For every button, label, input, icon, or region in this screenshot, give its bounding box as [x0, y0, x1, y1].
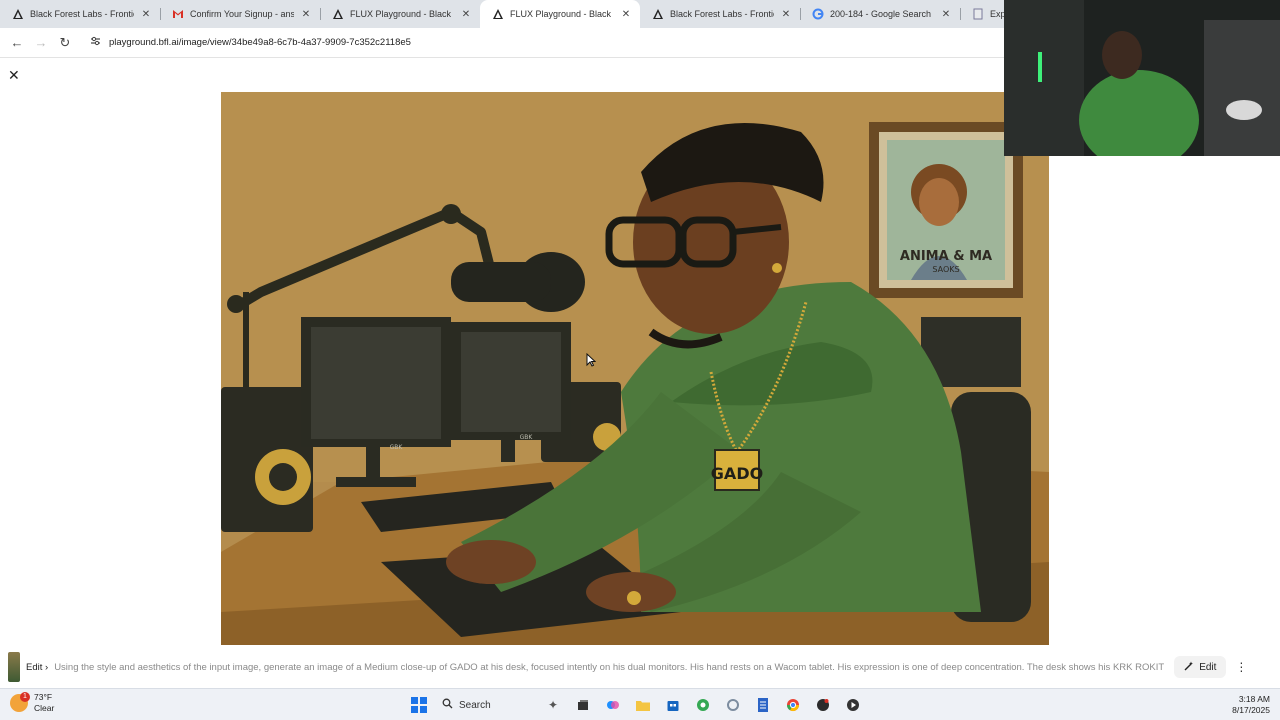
reload-button[interactable]: ↻: [54, 32, 76, 54]
tab-title: Confirm Your Signup - anspubl: [190, 9, 294, 19]
tab-title: FLUX Playground - Black Forest: [510, 9, 614, 19]
chrome-icon[interactable]: [782, 694, 804, 716]
tab-flux-playground-active[interactable]: FLUX Playground - Black Forest ✕: [480, 0, 640, 28]
copilot-icon[interactable]: [602, 694, 624, 716]
mouse-cursor-icon: [586, 352, 597, 372]
bfl-logo-icon: [652, 8, 664, 20]
tab-flux-playground-1[interactable]: FLUX Playground - Black Forest ✕: [320, 0, 480, 28]
monitor-brand-right: GBK: [520, 434, 534, 441]
arrow-right-icon: →: [34, 35, 48, 50]
monitor-brand-left: GBK: [390, 444, 404, 451]
taskbar-apps: Search ✦: [408, 693, 864, 717]
forward-button[interactable]: →: [30, 32, 52, 54]
edit-breadcrumb: Edit ›: [26, 662, 48, 673]
chevron-right-icon: ›: [45, 661, 49, 673]
edit-button[interactable]: Edit: [1174, 656, 1227, 678]
google-icon: [812, 8, 824, 20]
webcam-overlay: [1004, 0, 1280, 156]
weather-widget[interactable]: 1 73°F Clear: [10, 692, 54, 714]
close-icon[interactable]: ✕: [140, 9, 152, 20]
media-player-icon[interactable]: [842, 694, 864, 716]
address-bar[interactable]: playground.bfl.ai/image/view/34be49a8-6c…: [84, 31, 1074, 54]
close-icon[interactable]: ✕: [940, 9, 952, 20]
store-icon[interactable]: [662, 694, 684, 716]
clock-date: 8/17/2025: [1232, 705, 1270, 715]
webcam-video: [1004, 0, 1280, 156]
page-icon: [972, 8, 984, 20]
weather-badge: 1: [20, 692, 30, 702]
weather-sun-icon: 1: [10, 692, 30, 712]
chrome-profile-icon[interactable]: [692, 694, 714, 716]
close-icon[interactable]: ✕: [620, 9, 632, 20]
notes-app-icon[interactable]: [752, 694, 774, 716]
weather-temp: 73°F: [34, 692, 53, 702]
pendant-text: GADO: [711, 464, 763, 483]
gmail-icon: [172, 8, 184, 20]
tab-title: Black Forest Labs - Frontier AI L: [30, 9, 134, 19]
search-icon: [442, 698, 453, 712]
weather-condition: Clear: [34, 703, 55, 713]
tab-title: 200-184 - Google Search: [830, 9, 932, 19]
poster-title: ANIMA & MA: [900, 249, 992, 264]
close-icon[interactable]: ✕: [780, 9, 792, 20]
bfl-logo-icon: [12, 8, 24, 20]
close-icon[interactable]: ✕: [460, 9, 472, 20]
windows-start-icon[interactable]: [408, 694, 430, 716]
more-vertical-icon: ⋮: [1235, 660, 1248, 674]
reload-icon: ↻: [59, 34, 71, 50]
app-ring-icon[interactable]: [722, 694, 744, 716]
close-viewer-button[interactable]: ✕: [8, 68, 22, 82]
url-text[interactable]: playground.bfl.ai/image/view/34be49a8-6c…: [109, 37, 411, 48]
tab-bfl-home-2[interactable]: Black Forest Labs - Frontier AI L ✕: [640, 0, 800, 28]
tab-confirm-signup[interactable]: Confirm Your Signup - anspubl ✕: [160, 0, 320, 28]
tab-title: FLUX Playground - Black Forest: [350, 9, 454, 19]
clock-time: 3:18 AM: [1238, 694, 1270, 704]
file-explorer-icon[interactable]: [632, 694, 654, 716]
prompt-bar: Edit › Using the style and aesthetics of…: [0, 650, 1280, 684]
arrow-left-icon: ←: [10, 35, 24, 50]
tab-bfl-home[interactable]: Black Forest Labs - Frontier AI L ✕: [0, 0, 160, 28]
bfl-logo-icon: [332, 8, 344, 20]
edit-crumb-label: Edit: [26, 661, 43, 673]
site-info-icon[interactable]: [90, 36, 101, 49]
input-image-thumbnail[interactable]: [8, 652, 20, 682]
generated-image: ANIMA & MA SAOKS GBK GBK GADO: [221, 92, 1049, 645]
taskbar-clock[interactable]: 3:18 AM 8/17/2025: [1232, 694, 1270, 716]
close-icon[interactable]: ✕: [300, 9, 312, 20]
taskbar: 1 73°F Clear Search ✦ 3:18 AM 8/17/2025: [0, 688, 1280, 720]
back-button[interactable]: ←: [6, 32, 28, 54]
taskbar-search[interactable]: Search: [438, 694, 534, 716]
more-options-button[interactable]: ⋮: [1234, 660, 1248, 674]
app-dark-icon[interactable]: [812, 694, 834, 716]
edit-button-label: Edit: [1199, 661, 1217, 673]
magic-wand-icon: [1184, 661, 1194, 674]
widget-bird-icon[interactable]: ✦: [542, 694, 564, 716]
bfl-logo-icon: [492, 8, 504, 20]
poster-subtitle: SAOKS: [932, 265, 959, 274]
generated-image-art: ANIMA & MA SAOKS GBK GBK GADO: [221, 92, 1049, 645]
tab-title: Black Forest Labs - Frontier AI L: [670, 9, 774, 19]
task-view-icon[interactable]: [572, 694, 594, 716]
tab-google-search[interactable]: 200-184 - Google Search ✕: [800, 0, 960, 28]
taskbar-search-label: Search: [459, 699, 491, 711]
close-icon: ✕: [8, 67, 20, 83]
prompt-text: Using the style and aesthetics of the in…: [54, 661, 1165, 673]
